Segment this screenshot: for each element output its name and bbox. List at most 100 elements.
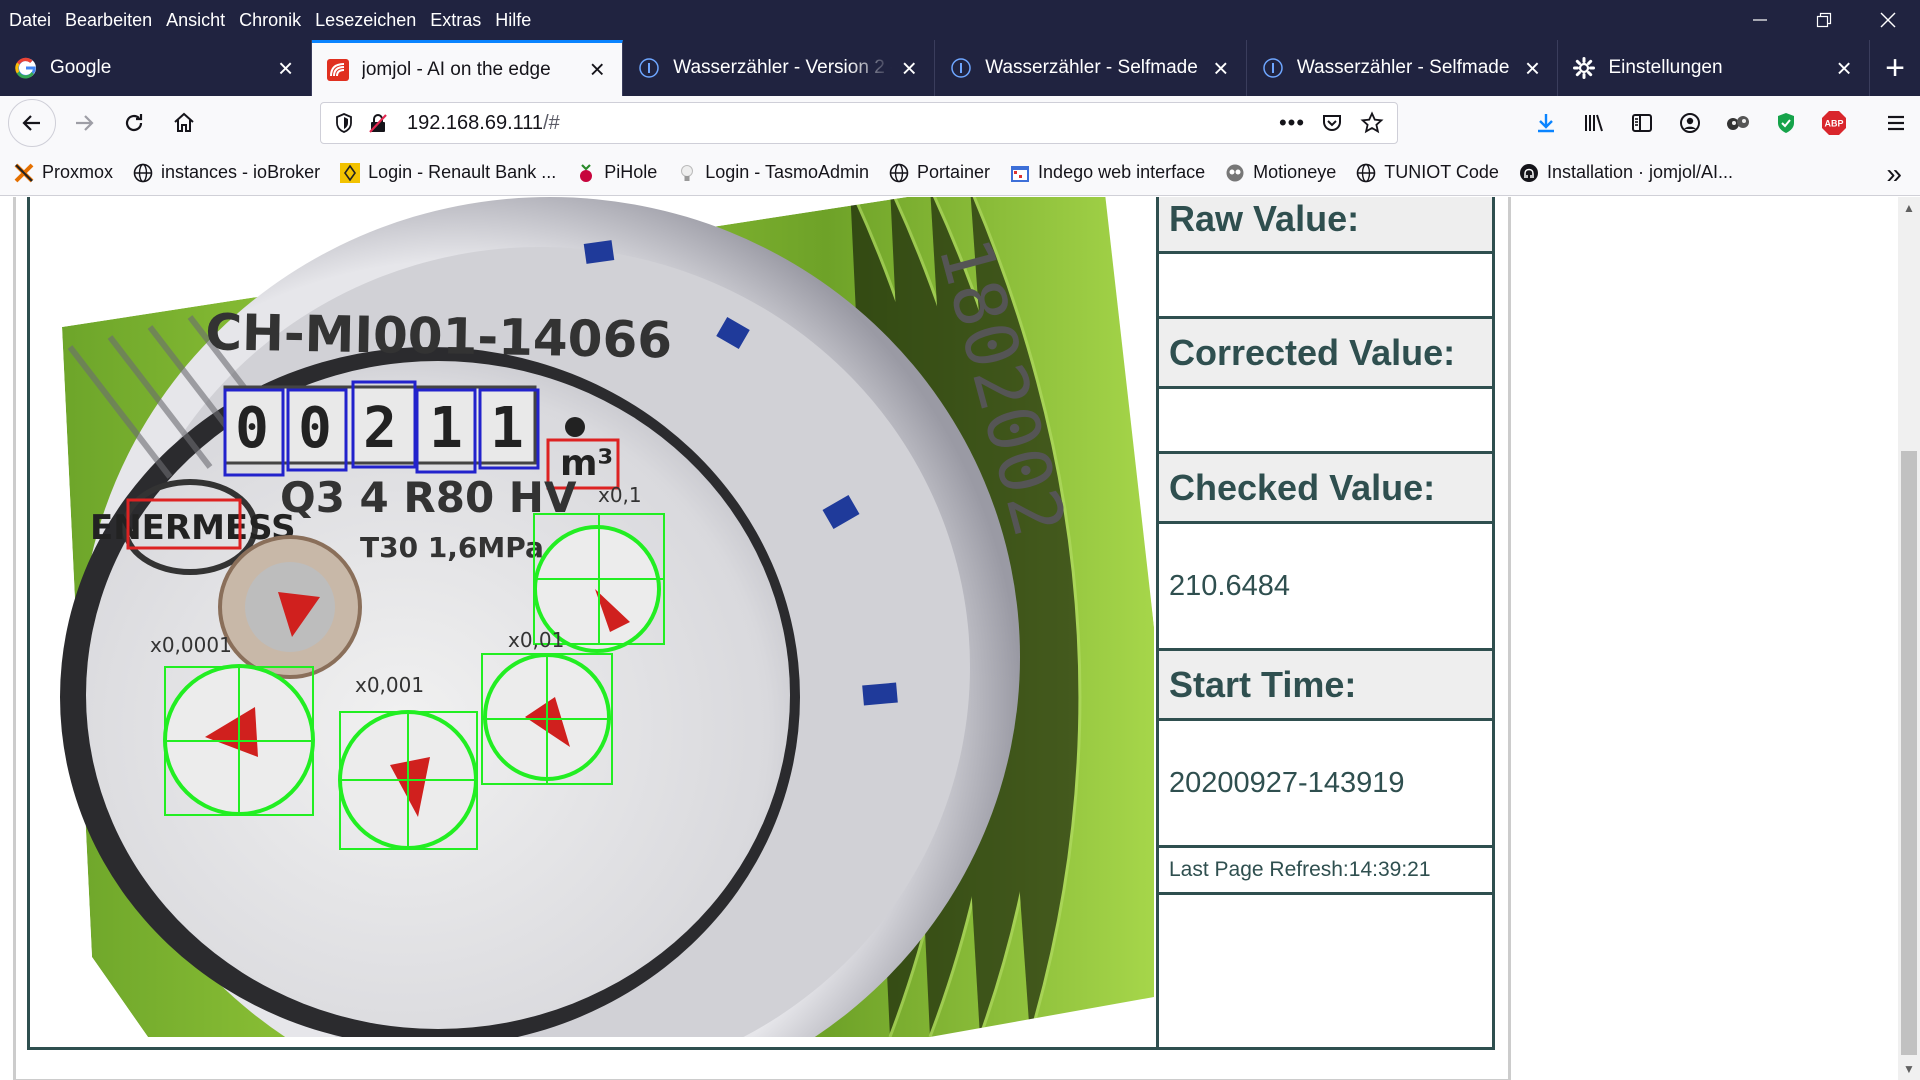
url-actions: ••• <box>1275 103 1389 143</box>
bookmark-label: Motioneye <box>1253 162 1337 182</box>
bookmark-star-icon[interactable] <box>1355 106 1389 140</box>
tab-wasserzaehler-v2[interactable]: Wasserzähler - Version 2 - a × <box>623 40 936 96</box>
bookmark-label: PiHole <box>604 162 658 182</box>
url-text[interactable]: 192.168.69.111/# <box>407 112 560 135</box>
more-bookmarks-icon[interactable]: » <box>1886 158 1902 190</box>
extension-glasses-icon[interactable] <box>1714 101 1762 145</box>
checked-value-heading: Checked Value: <box>1159 451 1495 524</box>
menu-chronik[interactable]: Chronik <box>232 5 308 35</box>
menu-bearbeiten[interactable]: Bearbeiten <box>58 5 159 35</box>
download-icon[interactable] <box>1522 101 1570 145</box>
menu-ansicht[interactable]: Ansicht <box>159 5 232 35</box>
tab-title: Google <box>50 57 112 78</box>
page-actions-icon[interactable]: ••• <box>1275 106 1309 140</box>
start-time-value: 20200927-143919 <box>1159 718 1495 848</box>
scroll-up-arrow-icon[interactable]: ▲ <box>1898 197 1920 219</box>
globe-icon <box>889 163 909 183</box>
eye-icon <box>1225 163 1245 183</box>
tab-wasserzaehler-selfmade-2[interactable]: Wasserzähler - Selfmade × <box>1247 40 1559 96</box>
tab-close-button[interactable]: × <box>580 53 614 87</box>
meter-digit: 1 <box>490 396 524 461</box>
last-refresh: Last Page Refresh: 14:39:21 <box>1159 845 1495 895</box>
page-scrollbar[interactable]: ▲ ▼ <box>1898 197 1920 1080</box>
bookmark-github-installation[interactable]: Installation · jomjol/AI... <box>1519 162 1733 183</box>
bookmark-pihole[interactable]: PiHole <box>576 162 657 183</box>
menu-lesezeichen[interactable]: Lesezeichen <box>308 5 423 35</box>
tab-close-button[interactable]: × <box>892 51 926 85</box>
navigation-bar: 192.168.69.111/# ••• ABP <box>0 96 1920 150</box>
info-icon <box>949 56 973 80</box>
checked-value: 210.6484 <box>1159 521 1495 651</box>
bookmark-label: Login - TasmoAdmin <box>705 162 869 182</box>
scroll-thumb[interactable] <box>1901 451 1917 1055</box>
bookmark-indego[interactable]: Indego web interface <box>1010 162 1205 183</box>
bookmark-tasmoadmin[interactable]: Login - TasmoAdmin <box>677 162 869 183</box>
adblock-icon[interactable]: ABP <box>1810 101 1858 145</box>
tab-jomjol[interactable]: jomjol - AI on the edge × <box>311 40 624 96</box>
bookmark-renault[interactable]: Login - Renault Bank ... <box>340 162 556 183</box>
meter-digit: 1 <box>429 396 463 461</box>
new-tab-button[interactable]: + <box>1870 40 1920 96</box>
meter-spec-text: Q3 4 R80 HV <box>280 473 577 522</box>
window-controls <box>1728 0 1920 40</box>
bookmark-tuniot[interactable]: TUNIOT Code <box>1356 162 1499 183</box>
pocket-icon[interactable] <box>1315 106 1349 140</box>
scroll-down-arrow-icon[interactable]: ▼ <box>1898 1058 1920 1080</box>
minimize-button[interactable] <box>1728 0 1792 40</box>
tab-close-button[interactable]: × <box>269 51 303 85</box>
info-icon <box>1261 56 1285 80</box>
menu-hilfe[interactable]: Hilfe <box>488 5 538 35</box>
library-icon[interactable] <box>1570 101 1618 145</box>
meter-serial-text: CH-MI001-14066 <box>205 303 673 369</box>
bookmark-label: TUNIOT Code <box>1384 162 1499 182</box>
bookmark-motioneye[interactable]: Motioneye <box>1225 162 1336 183</box>
tab-google[interactable]: Google × <box>0 40 312 96</box>
globe-icon <box>1356 163 1376 183</box>
bulb-icon <box>677 163 697 183</box>
bookmark-iobroker[interactable]: instances - ioBroker <box>133 162 320 183</box>
forward-arrow-icon <box>76 115 94 131</box>
reload-icon <box>125 114 143 132</box>
url-bar[interactable]: 192.168.69.111/# ••• <box>320 102 1398 144</box>
start-time-heading: Start Time: <box>1159 648 1495 721</box>
tab-close-button[interactable]: × <box>1204 51 1238 85</box>
privacy-shield-icon[interactable] <box>1762 101 1810 145</box>
close-window-button[interactable] <box>1856 0 1920 40</box>
sidebar-icon[interactable] <box>1618 101 1666 145</box>
menu-extras[interactable]: Extras <box>423 5 488 35</box>
insecure-lock-icon[interactable] <box>361 106 395 140</box>
tab-wasserzaehler-selfmade-1[interactable]: Wasserzähler - Selfmade × <box>935 40 1247 96</box>
account-icon[interactable] <box>1666 101 1714 145</box>
calendar-icon <box>1010 163 1030 183</box>
raw-value-heading: Raw Value: <box>1159 197 1495 254</box>
menu-datei[interactable]: Datei <box>2 5 58 35</box>
last-refresh-label: Last Page Refresh: <box>1169 858 1349 881</box>
dial-label: x0,001 <box>355 673 424 697</box>
renault-icon <box>340 162 361 183</box>
back-button[interactable] <box>8 99 56 147</box>
gear-icon <box>1572 56 1596 80</box>
info-icon <box>637 56 661 80</box>
hamburger-menu-icon[interactable] <box>1872 101 1920 145</box>
shield-icon[interactable] <box>327 106 361 140</box>
meter-photo: 1802002 CH-MI001-14066 0 0 2 1 1 m³ Q3 4… <box>30 197 1154 1037</box>
bookmark-label: Indego web interface <box>1038 162 1206 182</box>
tab-close-button[interactable]: × <box>1515 51 1549 85</box>
tab-strip: Google × jomjol - AI on the edge × Wasse… <box>0 40 1920 96</box>
restore-button[interactable] <box>1792 0 1856 40</box>
bookmark-proxmox[interactable]: Proxmox <box>14 162 113 183</box>
bookmark-label: Proxmox <box>42 162 114 182</box>
minimize-icon <box>1753 19 1767 21</box>
back-arrow-icon <box>22 115 40 131</box>
home-button[interactable] <box>162 101 206 145</box>
url-host: 192.168.69.111 <box>407 111 544 134</box>
forward-button[interactable] <box>62 101 106 145</box>
meter-digit: 0 <box>298 396 332 461</box>
tab-close-button[interactable]: × <box>1827 51 1861 85</box>
reload-button[interactable] <box>112 101 156 145</box>
meter-pressure-text: T30 1,6MPa <box>360 531 544 564</box>
proxmox-icon <box>14 163 34 183</box>
bookmark-portainer[interactable]: Portainer <box>889 162 990 183</box>
jomjol-icon <box>326 58 350 82</box>
tab-einstellungen[interactable]: Einstellungen × <box>1558 40 1871 96</box>
